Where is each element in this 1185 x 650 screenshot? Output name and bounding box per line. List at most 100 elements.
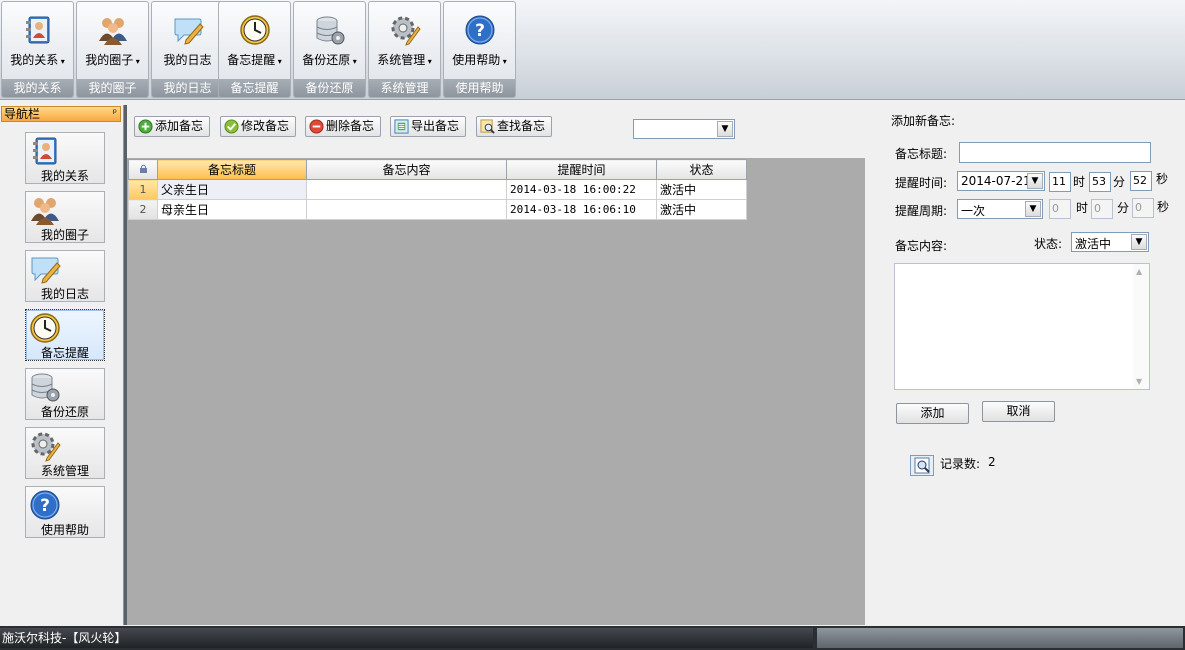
speech-bubble-pen-icon — [31, 257, 61, 284]
ribbon-label-journal: 我的日志 — [163, 53, 212, 67]
table-row[interactable]: 1 父亲生日 2014-03-18 16:00:22 激活中 — [128, 179, 747, 200]
cycle-hour-spinner[interactable]: 0 — [1049, 199, 1071, 219]
cell-title[interactable]: 父亲生日 — [157, 179, 307, 200]
record-count-label: 记录数: — [940, 457, 981, 471]
gear-pencil-icon — [391, 16, 421, 46]
nav-item-system[interactable]: 系统管理 — [25, 427, 105, 479]
ribbon-group-relations: 我的关系 ▾ 我的关系 — [1, 1, 74, 98]
dropdown-arrow-icon: ▾ — [425, 57, 432, 66]
column-header-content[interactable]: 备忘内容 — [306, 159, 507, 180]
ribbon-label-backup: 备份还原 — [302, 53, 351, 67]
textarea-scrollbar[interactable]: ▲ ▼ — [1133, 264, 1149, 389]
column-header-title[interactable]: 备忘标题 — [157, 159, 307, 180]
row-header-corner[interactable] — [128, 159, 158, 180]
ribbon-button-help[interactable]: ? 使用帮助 ▾ — [444, 2, 515, 80]
nav-item-circle[interactable]: 我的圈子 — [25, 191, 105, 243]
svg-text:?: ? — [475, 21, 485, 41]
form-heading: 添加新备忘: — [891, 114, 956, 128]
ribbon-group-journal: 我的日志 我的日志 — [151, 1, 224, 98]
ribbon-caption-journal: 我的日志 — [152, 79, 223, 97]
ribbon-button-circle[interactable]: 我的圈子 ▾ — [77, 2, 148, 80]
status-dropdown-value: 激活中 — [1075, 237, 1112, 251]
ribbon-label-system: 系统管理 — [377, 53, 426, 67]
title-input[interactable] — [959, 142, 1151, 163]
status-dropdown[interactable]: 激活中 ▼ — [1071, 232, 1149, 252]
nav-label-journal: 我的日志 — [40, 287, 89, 301]
add-memo-button[interactable]: 添加备忘 — [134, 116, 211, 137]
column-header-time[interactable]: 提醒时间 — [506, 159, 657, 180]
cell-title[interactable]: 母亲生日 — [157, 199, 307, 220]
content-textarea[interactable]: ▲ ▼ — [894, 263, 1150, 390]
delete-memo-label: 删除备忘 — [326, 119, 375, 133]
nav-item-backup[interactable]: 备份还原 — [25, 368, 105, 420]
minute-unit: 分 — [1113, 175, 1126, 189]
add-button[interactable]: 添加 — [896, 403, 969, 424]
find-memo-button[interactable]: 查找备忘 — [476, 116, 553, 137]
cell-status[interactable]: 激活中 — [656, 179, 747, 200]
ribbon-group-system: 系统管理 ▾ 系统管理 — [368, 1, 441, 98]
nav-item-help[interactable]: ? 使用帮助 — [25, 486, 105, 538]
row-number[interactable]: 1 — [128, 179, 158, 200]
cell-content[interactable] — [306, 199, 507, 220]
cycle-dropdown[interactable]: 一次 ▼ — [957, 199, 1043, 219]
minute-spinner[interactable]: 53 — [1089, 172, 1111, 192]
scroll-up-icon[interactable]: ▲ — [1136, 267, 1142, 276]
cell-time[interactable]: 2014-03-18 16:06:10 — [506, 199, 657, 220]
cell-status[interactable]: 激活中 — [656, 199, 747, 220]
cell-time[interactable]: 2014-03-18 16:00:22 — [506, 179, 657, 200]
chevron-down-icon[interactable]: ▼ — [1027, 173, 1043, 189]
ribbon-button-backup[interactable]: 备份还原 ▾ — [294, 2, 365, 80]
ribbon-label-circle: 我的圈子 — [85, 53, 134, 67]
ribbon-button-system[interactable]: 系统管理 ▾ — [369, 2, 440, 80]
ribbon-group-reminder: 备忘提醒 ▾ 备忘提醒 — [218, 1, 291, 98]
plus-circle-icon — [138, 119, 153, 134]
speech-bubble-pen-icon — [174, 18, 204, 45]
ribbon-group-backup: 备份还原 ▾ 备份还原 — [293, 1, 366, 98]
table-row[interactable]: 2 母亲生日 2014-03-18 16:06:10 激活中 — [128, 199, 747, 220]
edit-memo-button[interactable]: 修改备忘 — [220, 116, 297, 137]
nav-item-relations[interactable]: 我的关系 — [25, 132, 105, 184]
contacts-book-icon — [33, 137, 57, 165]
scroll-down-icon[interactable]: ▼ — [1136, 377, 1142, 386]
nav-label-backup: 备份还原 — [40, 405, 89, 419]
status-label: 状态: — [1034, 237, 1063, 251]
hour-spinner[interactable]: 11 — [1049, 172, 1071, 192]
chevron-down-icon[interactable]: ▼ — [1025, 201, 1041, 217]
nav-label-help: 使用帮助 — [40, 523, 89, 537]
second-spinner[interactable]: 52 — [1130, 171, 1152, 191]
ribbon-caption-help: 使用帮助 — [444, 79, 515, 97]
chevron-down-icon[interactable]: ▼ — [1131, 234, 1147, 250]
gear-pencil-icon — [31, 432, 61, 462]
nav-item-journal[interactable]: 我的日志 — [25, 250, 105, 302]
row-number[interactable]: 2 — [128, 199, 158, 220]
dropdown-arrow-icon: ▾ — [58, 57, 65, 66]
ribbon-caption-backup: 备份还原 — [294, 79, 365, 97]
ribbon-button-journal[interactable]: 我的日志 — [152, 2, 223, 80]
ribbon-caption-reminder: 备忘提醒 — [219, 79, 290, 97]
status-text: 施沃尔科技-【风火轮】 — [0, 628, 813, 648]
cycle-second-spinner[interactable]: 0 — [1132, 198, 1154, 218]
delete-memo-button[interactable]: 删除备忘 — [305, 116, 382, 137]
nav-item-reminder[interactable]: 备忘提醒 — [25, 309, 105, 361]
date-picker[interactable]: 2014-07-21 ▼ — [957, 171, 1045, 191]
cell-content[interactable] — [306, 179, 507, 200]
find-memo-label: 查找备忘 — [497, 119, 546, 133]
ribbon-label-reminder: 备忘提醒 — [227, 53, 276, 67]
database-gear-icon — [316, 16, 344, 45]
ribbon-button-relations[interactable]: 我的关系 ▾ — [2, 2, 73, 80]
filter-dropdown[interactable]: ▼ — [633, 119, 735, 139]
ribbon-caption-relations: 我的关系 — [2, 79, 73, 97]
cycle-minute-spinner[interactable]: 0 — [1091, 199, 1113, 219]
cancel-button[interactable]: 取消 — [982, 401, 1055, 422]
chevron-down-icon[interactable]: ▼ — [717, 121, 733, 137]
search-icon — [480, 119, 495, 134]
record-count-value: 2 — [988, 455, 996, 469]
help-icon: ? — [465, 15, 494, 45]
pin-icon[interactable]: ᵖ — [113, 107, 117, 121]
edit-memo-label: 修改备忘 — [241, 119, 290, 133]
export-memo-button[interactable]: 导出备忘 — [390, 116, 467, 137]
database-gear-icon — [31, 373, 60, 402]
ribbon-label-help: 使用帮助 — [452, 53, 501, 67]
column-header-status[interactable]: 状态 — [656, 159, 747, 180]
ribbon-button-reminder[interactable]: 备忘提醒 ▾ — [219, 2, 290, 80]
